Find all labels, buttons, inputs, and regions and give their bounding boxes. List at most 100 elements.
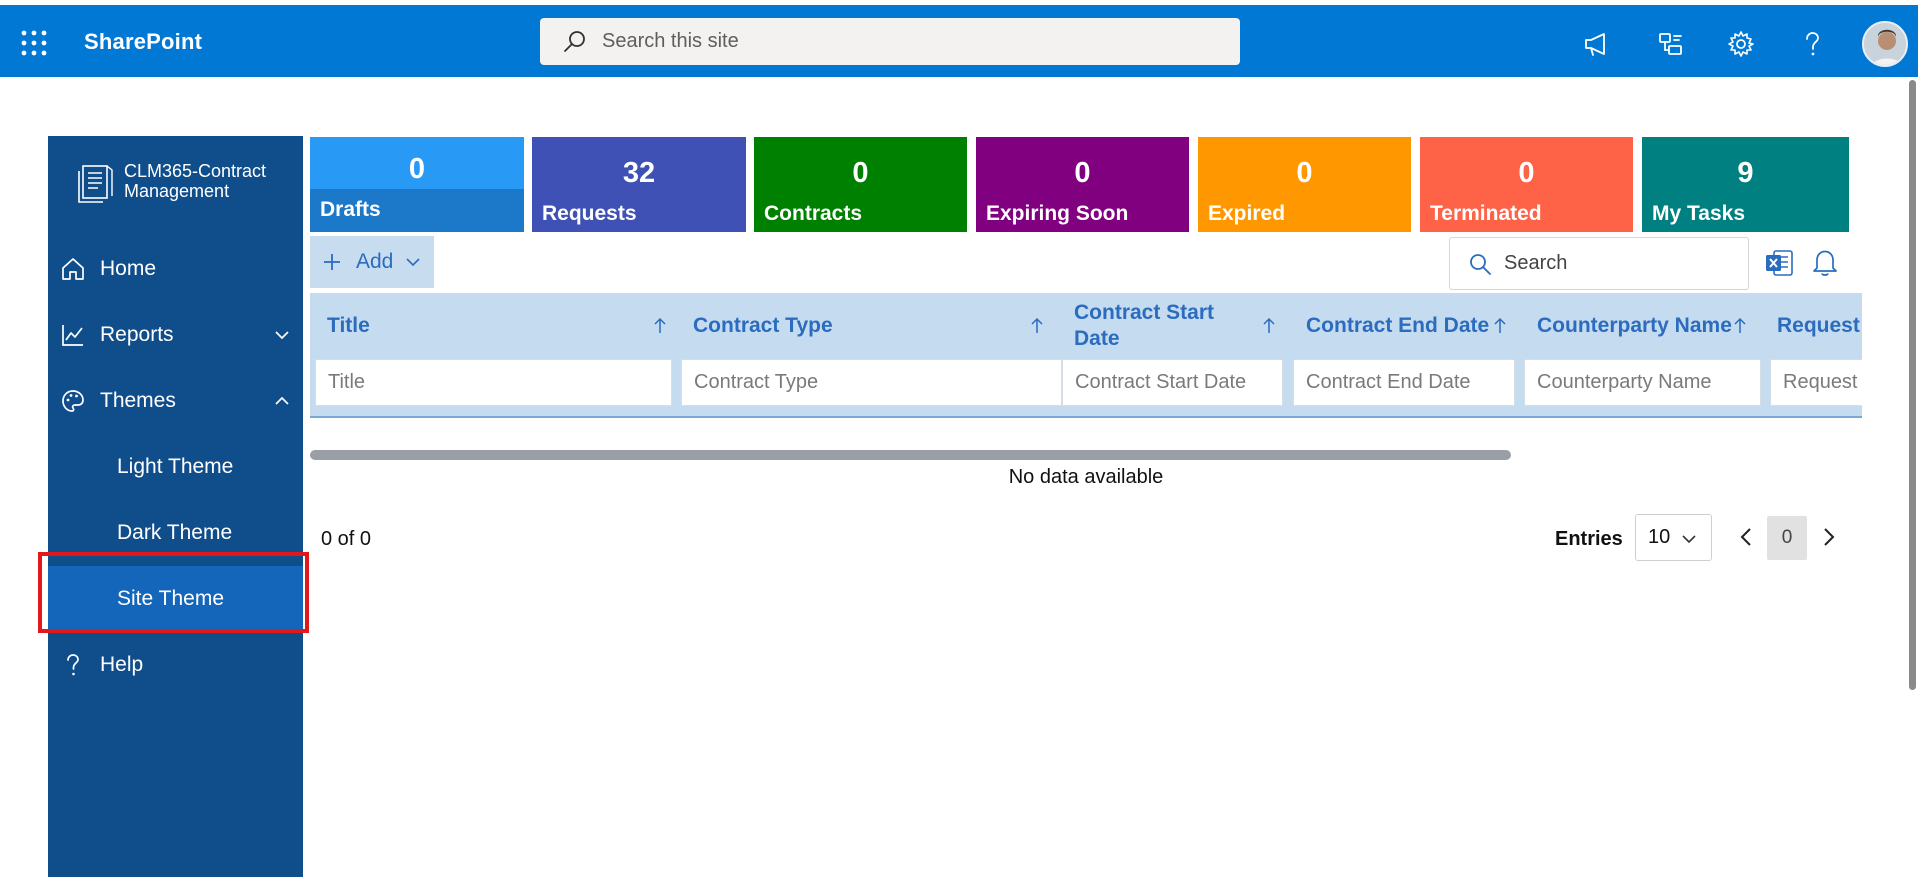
column-contract-type-label: Contract Type [693, 314, 833, 337]
column-header-contract-type[interactable]: Contract Type [676, 293, 1057, 359]
connections-icon[interactable] [1655, 29, 1685, 59]
nav-reports-label: Reports [100, 323, 174, 346]
nav-themes[interactable]: Themes [48, 368, 303, 434]
nav-dark-theme[interactable]: Dark Theme [48, 500, 303, 566]
megaphone-icon[interactable] [1582, 29, 1612, 59]
tile-contracts[interactable]: 0 Contracts [754, 137, 967, 232]
previous-page-icon[interactable] [1735, 523, 1757, 551]
tile-contracts-count: 0 [852, 157, 869, 189]
column-contract-end-date-label: Contract End Date [1306, 314, 1490, 337]
filter-contract-end-date[interactable] [1293, 359, 1515, 406]
tile-expired-label: Expired [1208, 202, 1286, 225]
add-button[interactable]: Add [310, 236, 434, 288]
tile-terminated-label: Terminated [1430, 202, 1542, 225]
sort-arrow-up-icon[interactable] [1261, 317, 1277, 335]
grid-search-input[interactable] [1504, 252, 1744, 275]
tile-expiring-soon-count: 0 [1074, 157, 1091, 189]
entries-label: Entries [1555, 528, 1623, 550]
chevron-down-icon [1682, 535, 1696, 544]
tile-my-tasks[interactable]: 9 My Tasks [1642, 137, 1849, 232]
column-header-title[interactable]: Title [310, 293, 680, 359]
suite-bar: SharePoint [0, 5, 1918, 77]
sort-arrow-up-icon[interactable] [652, 317, 668, 335]
user-avatar[interactable] [1862, 21, 1908, 67]
left-navigation: CLM365-Contract Management Home Reports … [48, 136, 303, 877]
horizontal-scrollbar[interactable] [310, 450, 1511, 460]
sort-arrow-up-icon[interactable] [1492, 317, 1508, 335]
sort-arrow-up-icon[interactable] [1732, 317, 1748, 335]
chevron-up-icon[interactable] [273, 392, 291, 410]
nav-themes-label: Themes [100, 389, 176, 412]
column-header-contract-end-date[interactable]: Contract End Date [1289, 293, 1520, 359]
vertical-scrollbar-thumb[interactable] [1909, 80, 1916, 690]
entries-value: 10 [1648, 526, 1671, 548]
chevron-down-icon [406, 258, 420, 267]
tile-expiring-soon-label: Expiring Soon [986, 202, 1129, 225]
column-header-counterparty-name[interactable]: Counterparty Name [1520, 293, 1760, 359]
column-contract-start-date-label: Contract Start Date [1074, 301, 1215, 350]
nav-home[interactable]: Home [48, 236, 303, 302]
plus-icon [324, 254, 340, 270]
tile-drafts-label: Drafts [320, 198, 381, 221]
tile-terminated-count: 0 [1518, 157, 1535, 189]
chevron-down-icon[interactable] [273, 326, 291, 344]
column-header-request[interactable]: Request [1760, 293, 1862, 359]
tile-contracts-label: Contracts [764, 202, 863, 225]
nav-help-label: Help [100, 653, 144, 676]
palette-icon [62, 390, 84, 412]
data-grid-header: Title Contract Type Contract Start Date … [310, 293, 1862, 418]
tile-expired-count: 0 [1296, 157, 1313, 189]
tile-my-tasks-label: My Tasks [1652, 202, 1745, 225]
tile-requests[interactable]: 32 Requests [532, 137, 746, 232]
tile-terminated[interactable]: 0 Terminated [1420, 137, 1633, 232]
column-title-label: Title [327, 314, 370, 337]
pager-info: 0 of 0 [321, 528, 372, 550]
column-counterparty-name-label: Counterparty Name [1537, 314, 1732, 337]
sort-arrow-up-icon[interactable] [1029, 317, 1045, 335]
search-icon [1470, 253, 1491, 275]
filter-contract-type[interactable] [681, 359, 1062, 406]
settings-gear-icon[interactable] [1726, 29, 1756, 59]
tile-drafts-count: 0 [408, 153, 426, 185]
column-request-label: Request [1777, 314, 1860, 337]
home-icon [62, 258, 84, 280]
user-photo-icon [1864, 23, 1906, 65]
filter-title[interactable] [315, 359, 672, 406]
excel-export-icon[interactable] [1763, 247, 1795, 279]
entries-dropdown[interactable]: 10 [1635, 514, 1712, 561]
next-page-icon[interactable] [1818, 523, 1840, 551]
nav-help[interactable]: Help [48, 632, 303, 698]
tile-expired[interactable]: 0 Expired [1198, 137, 1411, 232]
document-stack-icon [78, 165, 113, 203]
help-question-icon[interactable] [1797, 29, 1827, 59]
tile-requests-label: Requests [542, 202, 637, 225]
empty-grid-message: No data available [1008, 466, 1164, 488]
search-icon [564, 30, 585, 52]
chart-icon [62, 325, 83, 346]
app-logo[interactable]: CLM365-Contract Management [74, 160, 266, 204]
site-search-input[interactable] [602, 30, 1202, 53]
app-title-line2: Management [124, 181, 230, 201]
grid-search-box[interactable] [1449, 237, 1749, 290]
nav-home-label: Home [100, 257, 157, 280]
nav-site-theme[interactable]: Site Theme [48, 566, 303, 632]
bell-icon[interactable] [1809, 246, 1841, 278]
filter-counterparty-name[interactable] [1524, 359, 1761, 406]
nav-reports[interactable]: Reports [48, 302, 303, 368]
app-launcher-icon[interactable] [20, 29, 48, 57]
tile-requests-count: 32 [622, 157, 656, 189]
column-header-contract-start-date[interactable]: Contract Start Date [1057, 293, 1289, 359]
help-icon [67, 654, 79, 676]
app-title-line1: CLM365-Contract [124, 161, 267, 181]
tile-my-tasks-count: 9 [1737, 157, 1754, 189]
filter-contract-start-date[interactable] [1062, 359, 1283, 406]
add-button-label: Add [356, 250, 394, 273]
current-page-button[interactable]: 0 [1767, 516, 1807, 560]
tile-expiring-soon[interactable]: 0 Expiring Soon [976, 137, 1189, 232]
site-search-box[interactable] [540, 18, 1240, 65]
nav-light-theme[interactable]: Light Theme [48, 434, 303, 500]
sharepoint-brand[interactable]: SharePoint [84, 29, 202, 55]
tile-drafts[interactable]: 0 Drafts [310, 137, 524, 232]
app-title: CLM365-Contract Management [124, 161, 266, 201]
filter-request[interactable] [1770, 359, 1862, 406]
